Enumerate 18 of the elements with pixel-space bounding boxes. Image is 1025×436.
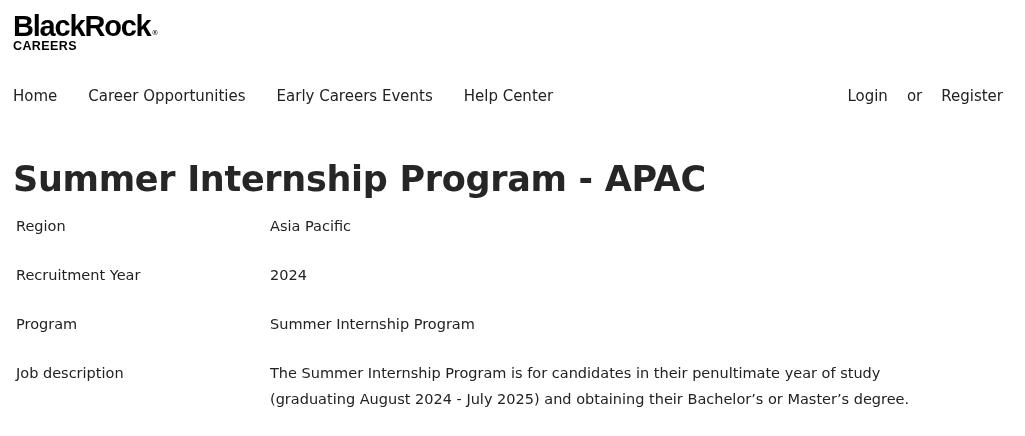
logo-subtitle: CAREERS bbox=[13, 40, 78, 53]
login-link[interactable]: Login bbox=[847, 86, 888, 105]
logo-wordmark[interactable]: BlackRock bbox=[13, 12, 151, 41]
detail-value: 2024 bbox=[270, 265, 308, 285]
register-link[interactable]: Register bbox=[941, 86, 1003, 105]
page-title: Summer Internship Program - APAC bbox=[13, 158, 707, 199]
detail-label: Recruitment Year bbox=[16, 265, 142, 285]
nav-link[interactable]: Early Careers Events bbox=[276, 86, 433, 105]
nav-link[interactable]: Career Opportunities bbox=[88, 86, 246, 105]
detail-value: Asia Pacific bbox=[270, 216, 353, 236]
nav-link[interactable]: Help Center bbox=[463, 86, 554, 105]
detail-label: Region bbox=[16, 216, 67, 236]
detail-value: The Summer Internship Program is for candidates in their penultimate year of study (graduating August 2024 - July 2025) and obtaining their Bachelor’s or Master’s degree. bbox=[270, 363, 911, 409]
detail-label: Program bbox=[16, 314, 79, 334]
detail-value: Summer Internship Program bbox=[270, 314, 476, 334]
detail-label: Job description bbox=[16, 363, 125, 383]
nav-link[interactable]: Home bbox=[13, 86, 58, 105]
separator-text: or bbox=[906, 86, 923, 105]
